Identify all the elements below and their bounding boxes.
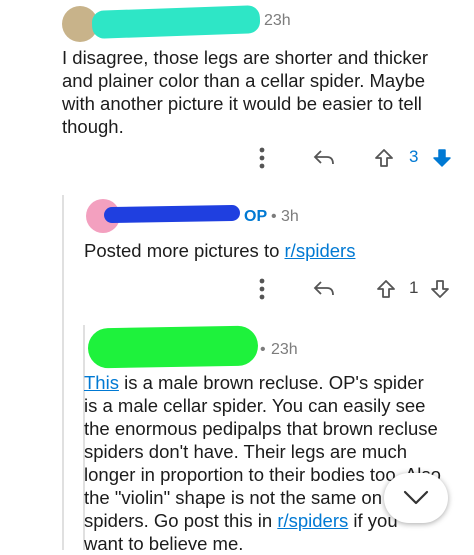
scroll-down-button[interactable] (384, 473, 448, 523)
comment-line: is a male cellar spider. You can easily … (84, 395, 426, 416)
comment-timestamp: 3h (281, 208, 299, 225)
vote-count: 1 (409, 278, 419, 297)
separator: • (260, 341, 266, 358)
subreddit-link[interactable]: r/spiders (277, 510, 348, 531)
upvote-icon (375, 149, 393, 167)
more-options-button[interactable] (252, 276, 272, 302)
comment-line: the enormous pedipalps that brown reclus… (84, 418, 438, 439)
subreddit-link[interactable]: r/spiders (285, 240, 356, 261)
thread-line[interactable] (62, 195, 64, 550)
downvote-button[interactable] (428, 277, 452, 301)
downvote-button[interactable] (430, 146, 454, 170)
more-icon (259, 147, 265, 169)
comment-body: This is a male brown recluse. OP's spide… (84, 371, 469, 555)
more-options-button[interactable] (252, 145, 272, 171)
reply-button[interactable] (310, 277, 338, 301)
this-link[interactable]: This (84, 372, 119, 393)
reply-icon (313, 150, 334, 165)
op-badge: OP (244, 208, 268, 225)
redacted-avatar-and-username[interactable] (87, 325, 259, 369)
comment-line: want to believe me. (84, 533, 244, 554)
comment-text: Posted more pictures to (84, 240, 285, 261)
comment-line: This is a male brown recluse. OP's spide… (84, 371, 469, 394)
redacted-username[interactable] (103, 204, 241, 224)
comment-timestamp: 23h (264, 12, 291, 29)
comment-text: is a male brown recluse. OP's spider (118, 372, 424, 393)
reply-button[interactable] (310, 146, 338, 170)
more-icon (259, 278, 265, 300)
reply-icon (313, 281, 334, 296)
upvote-button[interactable] (374, 277, 398, 301)
downvote-icon (431, 280, 449, 298)
upvote-icon (377, 280, 395, 298)
upvote-button[interactable] (372, 146, 396, 170)
comment-text: spiders. Go post this in (84, 510, 278, 531)
comment-timestamp: 23h (271, 341, 298, 358)
redacted-username[interactable] (91, 5, 261, 39)
scroll-down-icon (403, 490, 429, 505)
vote-count: 3 (409, 147, 419, 166)
comment-body: Posted more pictures to r/spiders (84, 239, 464, 262)
downvote-icon (433, 149, 451, 167)
separator: • (271, 208, 277, 225)
comment-line: spiders don't have. Their legs are much (84, 441, 408, 462)
comment-body: I disagree, those legs are shorter and t… (62, 47, 429, 137)
